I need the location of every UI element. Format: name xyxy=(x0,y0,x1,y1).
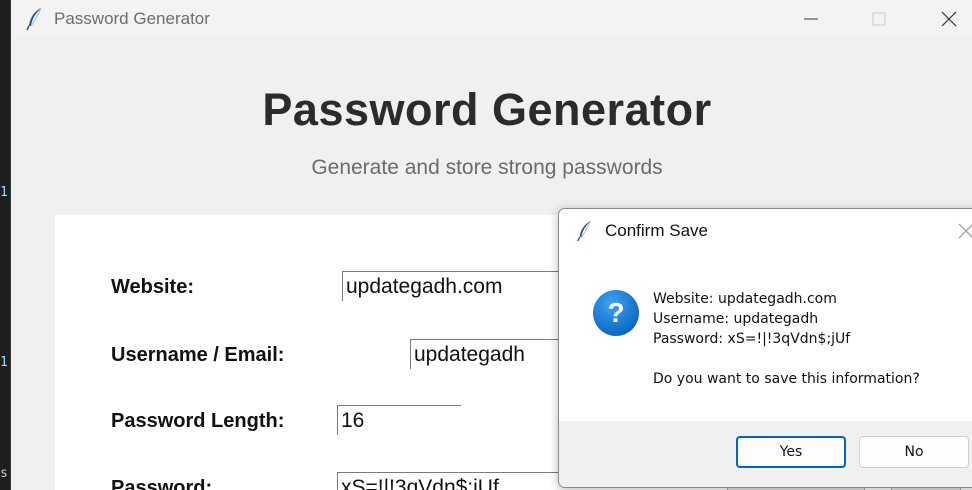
password-label: Password: xyxy=(111,477,213,490)
editor-line-number: 1 xyxy=(0,185,8,200)
feather-icon xyxy=(26,7,42,31)
dialog-title: Confirm Save xyxy=(605,221,708,240)
editor-line-number: 1 xyxy=(0,355,8,370)
close-icon[interactable] xyxy=(957,222,972,240)
window-title: Password Generator xyxy=(54,9,210,28)
maximize-button[interactable] xyxy=(855,0,903,38)
confirm-save-dialog: Confirm Save ? Website: updategadh.com U… xyxy=(558,208,972,488)
close-button[interactable] xyxy=(925,0,972,38)
dialog-titlebar[interactable]: Confirm Save xyxy=(559,209,972,253)
password-length-label: Password Length: xyxy=(111,410,285,432)
no-button[interactable]: No xyxy=(859,436,969,468)
message-question: Do you want to save this information? xyxy=(653,371,920,387)
maximize-icon xyxy=(872,12,886,26)
page-title: Password Generator xyxy=(262,84,712,135)
minimize-icon xyxy=(804,18,818,20)
username-label: Username / Email: xyxy=(111,344,285,366)
message-website: Website: updategadh.com xyxy=(653,291,837,307)
page-subtitle: Generate and store strong passwords xyxy=(311,156,663,179)
website-label: Website: xyxy=(111,276,194,298)
yes-button[interactable]: Yes xyxy=(736,436,846,468)
background-editor-strip: 1 1 s xyxy=(0,0,10,490)
website-input[interactable]: updategadh.com xyxy=(342,271,572,301)
dialog-message-area: ? Website: updategadh.com Username: upda… xyxy=(559,253,972,421)
question-icon: ? xyxy=(593,290,639,336)
message-password: Password: xS=!|!3qVdn$;jUf xyxy=(653,331,851,347)
svg-text:?: ? xyxy=(607,297,624,328)
password-input[interactable]: xS=!|!3qVdn$;jUf xyxy=(337,472,567,490)
minimize-button[interactable] xyxy=(787,0,835,38)
editor-text-fragment: s xyxy=(0,466,8,481)
close-icon xyxy=(941,11,957,27)
username-input[interactable]: updategadh xyxy=(410,339,570,369)
feather-icon xyxy=(577,220,591,242)
window-titlebar[interactable]: Password Generator xyxy=(11,0,972,38)
message-username: Username: updategadh xyxy=(653,311,819,327)
dialog-button-bar: Yes No xyxy=(559,421,972,487)
screen: 1 1 s Password Generator Password Genera… xyxy=(0,0,972,490)
password-length-input[interactable]: 16 xyxy=(337,405,461,435)
